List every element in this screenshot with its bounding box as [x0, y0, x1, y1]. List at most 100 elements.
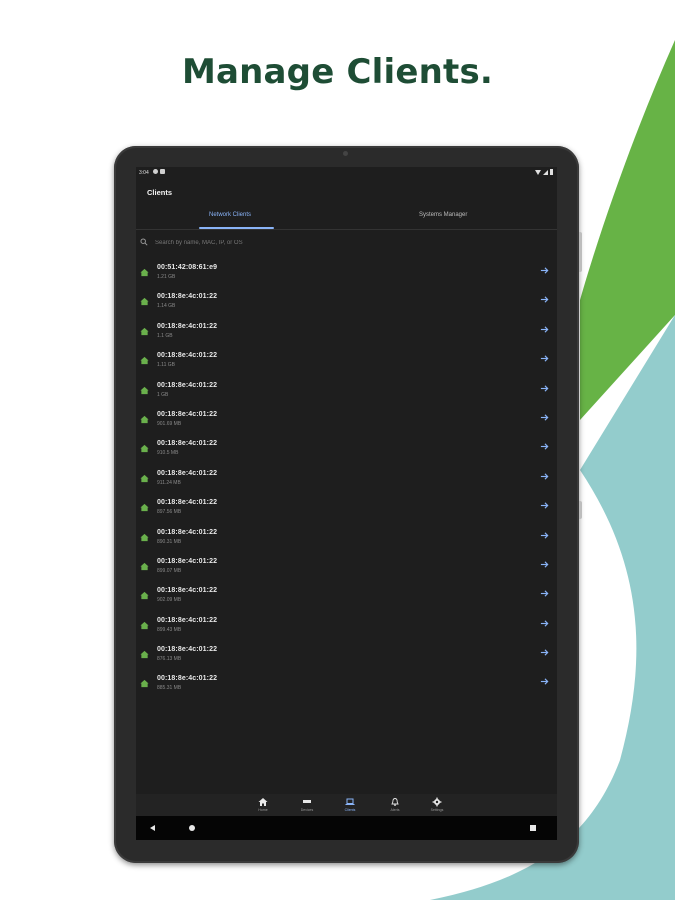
nav-item-clients[interactable]: Clients: [335, 797, 365, 812]
system-navigation-bar: [136, 816, 557, 840]
client-name: 00:18:8e:4c:01:22: [157, 322, 218, 330]
client-name: 00:18:8e:4c:01:22: [157, 528, 218, 536]
house-icon: [140, 621, 149, 629]
nav-label: Alerts: [390, 808, 400, 812]
client-usage: 902.09 MB: [157, 597, 182, 604]
notification-icon: [153, 169, 158, 174]
nav-item-devices[interactable]: Devices: [292, 797, 322, 812]
client-row[interactable]: 00:18:8e:4c:01:22 901.69 MB: [136, 408, 557, 437]
house-icon: [140, 415, 149, 424]
client-row[interactable]: 00:18:8e:4c:01:22 1.11 GB: [136, 349, 557, 378]
client-usage: 1 GB: [157, 391, 169, 398]
arrow-right-icon[interactable]: [540, 501, 549, 510]
client-name: 00:18:8e:4c:01:22: [157, 499, 218, 507]
app-screen: 3:04 Clients Network Clients Systems Man…: [136, 167, 557, 840]
client-usage: 1.14 GB: [157, 303, 176, 310]
notification-icon: [160, 169, 165, 174]
client-row[interactable]: 00:18:8e:4c:01:22 1 GB: [136, 379, 557, 408]
client-name: 00:18:8e:4c:01:22: [157, 440, 218, 448]
house-icon: [140, 504, 149, 512]
recent-apps-icon[interactable]: [530, 825, 536, 831]
active-tab-indicator: [199, 227, 274, 229]
gear-icon: [432, 797, 442, 807]
client-usage: 911.24 MB: [157, 479, 181, 486]
headline: Manage Clients.: [181, 52, 494, 92]
arrow-right-icon[interactable]: [540, 354, 549, 363]
house-icon: [140, 268, 149, 277]
home-button-icon[interactable]: [189, 825, 195, 831]
client-row[interactable]: 00:18:8e:4c:01:22 1.1 GB: [136, 320, 557, 349]
house-icon: [140, 650, 149, 659]
tab-network-clients[interactable]: Network Clients: [209, 212, 251, 218]
volume-button: [579, 232, 582, 272]
client-row[interactable]: 00:18:8e:4c:01:22 911.24 MB: [136, 467, 557, 496]
home-icon: [258, 798, 268, 806]
client-usage: 899.07 MB: [157, 567, 182, 574]
arrow-right-icon[interactable]: [540, 266, 549, 275]
arrow-right-icon[interactable]: [540, 531, 549, 540]
client-name: 00:18:8e:4c:01:22: [157, 381, 218, 389]
nav-label: Clients: [344, 808, 356, 812]
power-button: [579, 501, 582, 519]
nav-item-settings[interactable]: Settings: [422, 797, 452, 812]
client-row[interactable]: 00:18:8e:4c:01:22 899.07 MB: [136, 555, 557, 584]
arrow-right-icon[interactable]: [540, 325, 549, 334]
tab-systems-manager[interactable]: Systems Manager: [419, 212, 467, 218]
client-row[interactable]: 00:18:8e:4c:01:22 1.14 GB: [136, 290, 557, 319]
client-usage: 885.31 MB: [157, 685, 182, 692]
arrow-right-icon[interactable]: [540, 384, 549, 393]
house-icon: [140, 327, 149, 335]
bell-icon: [391, 798, 399, 806]
client-row[interactable]: 00:51:42:08:61:e9 1.21 GB: [136, 261, 557, 290]
back-icon[interactable]: [150, 825, 155, 831]
arrow-right-icon[interactable]: [540, 413, 549, 422]
nav-label: Devices: [300, 808, 314, 812]
arrow-right-icon[interactable]: [540, 560, 549, 569]
client-row[interactable]: 00:18:8e:4c:01:22 890.31 MB: [136, 526, 557, 555]
nav-label: Settings: [430, 808, 444, 812]
client-row[interactable]: 00:18:8e:4c:01:22 885.31 MB: [136, 672, 557, 701]
search-input[interactable]: [155, 236, 415, 250]
client-usage: 1.11 GB: [157, 362, 175, 369]
client-name: 00:51:42:08:61:e9: [157, 264, 218, 271]
status-notification-icons: [153, 169, 165, 174]
nav-item-alerts[interactable]: Alerts: [380, 797, 410, 812]
client-usage: 899.43 MB: [157, 626, 182, 633]
status-system-icons: [535, 169, 553, 175]
tab-bar: Network Clients Systems Manager: [136, 207, 557, 230]
client-usage: 901.69 MB: [157, 420, 182, 427]
search-icon: [140, 238, 148, 246]
arrow-right-icon[interactable]: [540, 648, 549, 657]
search-bar: [140, 236, 440, 250]
nav-item-home[interactable]: Home: [248, 797, 278, 812]
client-usage: 876.13 MB: [157, 656, 182, 663]
client-name: 00:18:8e:4c:01:22: [157, 469, 218, 477]
arrow-right-icon[interactable]: [540, 442, 549, 451]
client-row[interactable]: 00:18:8e:4c:01:22 902.09 MB: [136, 584, 557, 613]
client-row[interactable]: 00:18:8e:4c:01:22 899.43 MB: [136, 614, 557, 643]
devices-icon: [303, 800, 311, 803]
client-row[interactable]: 00:18:8e:4c:01:22 910.5 MB: [136, 437, 557, 466]
arrow-right-icon[interactable]: [540, 589, 549, 598]
client-row[interactable]: 00:18:8e:4c:01:22 897.56 MB: [136, 496, 557, 525]
arrow-right-icon[interactable]: [540, 472, 549, 481]
arrow-right-icon[interactable]: [540, 295, 549, 304]
bottom-navigation: Home Devices Clients Alerts Settings: [136, 794, 557, 816]
client-usage: 890.31 MB: [157, 538, 182, 545]
client-usage: 897.56 MB: [157, 509, 182, 516]
client-usage: 910.5 MB: [157, 450, 179, 457]
status-time: 3:04: [139, 170, 149, 176]
arrow-right-icon[interactable]: [540, 619, 549, 628]
client-list: 00:51:42:08:61:e9 1.21 GB 00:18:8e:4c:01:2…: [136, 261, 557, 702]
tablet-device: 3:04 Clients Network Clients Systems Man…: [114, 146, 582, 863]
client-usage: 1.1 GB: [157, 332, 173, 339]
client-row[interactable]: 00:18:8e:4c:01:22 876.13 MB: [136, 643, 557, 672]
client-name: 00:18:8e:4c:01:22: [157, 352, 218, 360]
arrow-right-icon[interactable]: [540, 677, 549, 686]
signal-icon: [543, 169, 548, 175]
nav-label: Home: [258, 808, 268, 812]
client-name: 00:18:8e:4c:01:22: [157, 410, 218, 418]
house-icon: [140, 533, 149, 541]
client-name: 00:18:8e:4c:01:22: [157, 293, 218, 301]
client-name: 00:18:8e:4c:01:22: [157, 616, 218, 624]
